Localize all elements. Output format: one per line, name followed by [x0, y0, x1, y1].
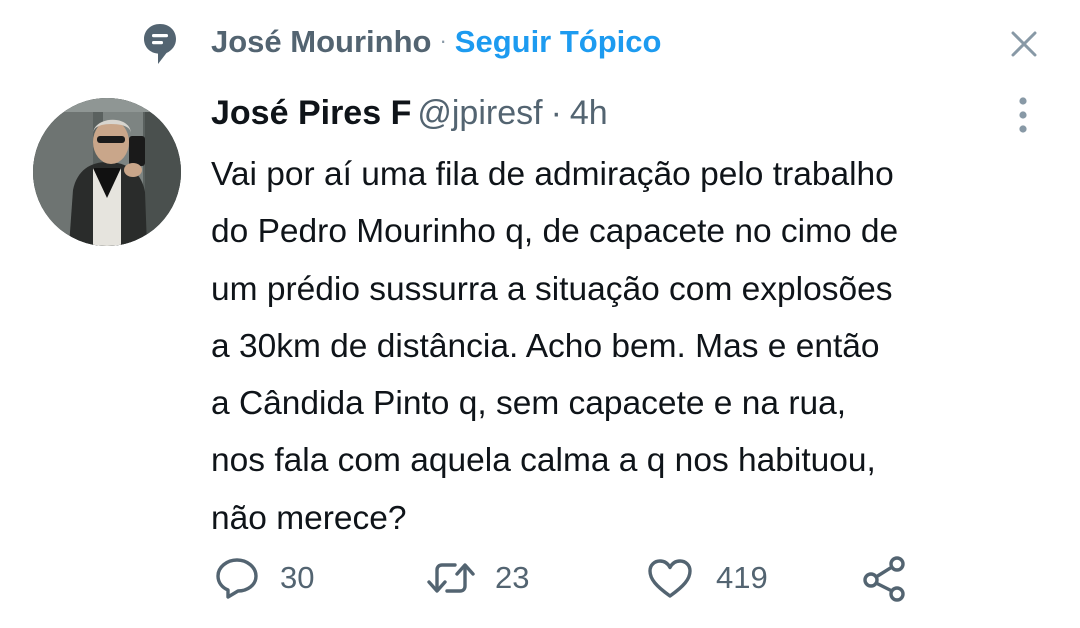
- reply-button[interactable]: 30: [214, 548, 314, 608]
- topic-header: José Mourinho · Seguir Tópico: [0, 0, 1080, 86]
- tweet-timestamp[interactable]: 4h: [570, 94, 608, 132]
- tweet-text-line: do Pedro Mourinho q, de capacete no cimo…: [211, 213, 899, 251]
- author-separator: ·: [550, 94, 562, 132]
- avatar-photo: [33, 98, 181, 246]
- topic-icon: [144, 24, 176, 64]
- reply-icon: [216, 558, 258, 599]
- author-name[interactable]: José Pires F: [211, 94, 411, 132]
- retweet-count: 23: [495, 560, 530, 595]
- reply-count: 30: [280, 560, 315, 595]
- avatar[interactable]: [33, 98, 181, 246]
- topic-name[interactable]: José Mourinho: [211, 24, 431, 59]
- tweet-actions: 30 23 419: [0, 548, 1080, 608]
- tweet-author: José Pires F @jpiresf · 4h: [211, 94, 608, 133]
- tweet-text-line: a 30km de distância. Acho bem. Mas e ent…: [211, 327, 880, 365]
- author-handle[interactable]: @jpiresf: [411, 94, 542, 132]
- more-vertical-icon[interactable]: [1008, 94, 1038, 136]
- tweet-text-line: a Cândida Pinto q, sem capacete e na rua…: [211, 385, 847, 423]
- share-button[interactable]: [860, 548, 910, 608]
- tweet-text-line: não merece?: [211, 499, 407, 537]
- close-icon[interactable]: [1006, 26, 1042, 62]
- follow-topic-button[interactable]: Seguir Tópico: [455, 24, 662, 59]
- like-icon: [648, 559, 692, 598]
- like-button[interactable]: 419: [646, 548, 768, 608]
- share-icon: [863, 556, 905, 602]
- tweet-text: Vai por aí uma fila de admiração pelo tr…: [211, 146, 1061, 547]
- topic-separator: ·: [439, 28, 447, 53]
- tweet-text-line: um prédio sussurra a situação com explos…: [211, 270, 893, 308]
- tweet-text-line: nos fala com aquela calma a q nos habitu…: [211, 442, 876, 480]
- like-count: 419: [716, 560, 768, 595]
- retweet-icon: [427, 563, 475, 593]
- tweet-text-line: Vai por aí uma fila de admiração pelo tr…: [211, 156, 894, 193]
- retweet-button[interactable]: 23: [425, 548, 529, 608]
